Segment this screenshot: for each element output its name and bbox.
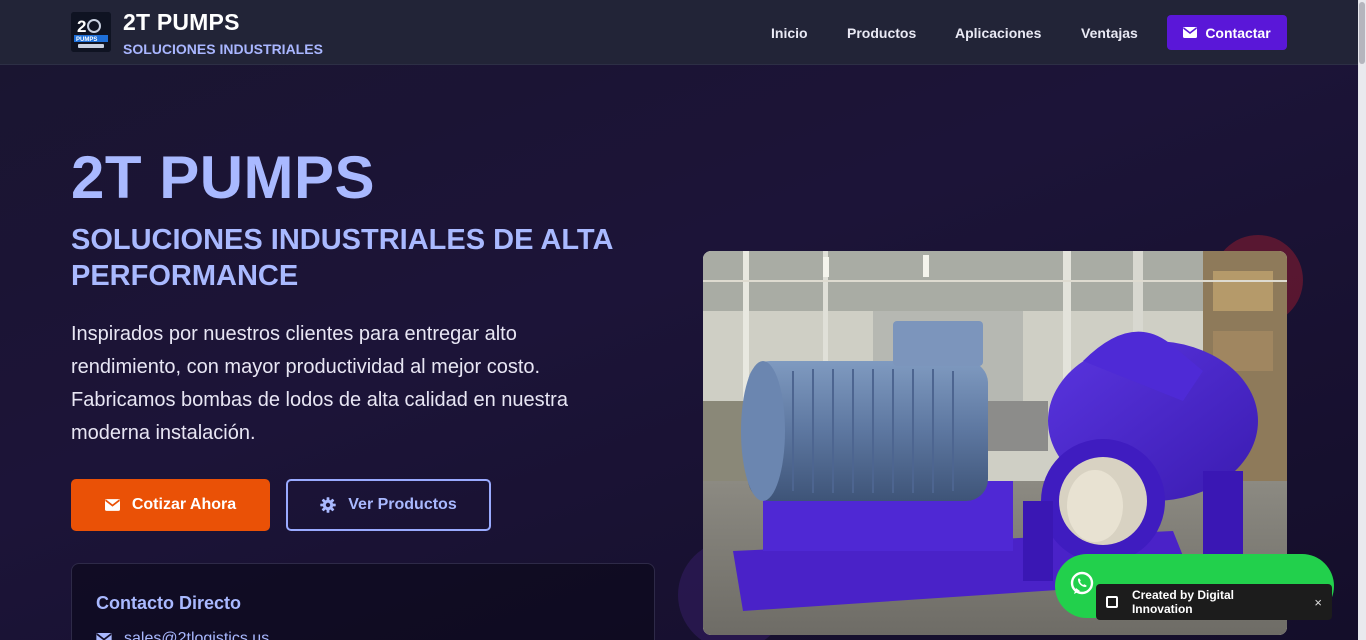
hero-subtitle: SOLUCIONES INDUSTRIALES DE ALTA PERFORMA…: [71, 224, 613, 292]
credit-logo-icon: [1106, 596, 1118, 608]
direct-contact-card: Contacto Directo sales@2tlogistics.us: [71, 563, 655, 640]
nav-productos[interactable]: Productos: [847, 25, 916, 41]
contact-button[interactable]: Contactar: [1167, 15, 1287, 50]
contact-email[interactable]: sales@2tlogistics.us: [124, 630, 269, 640]
credit-text: Created by Digital Innovation: [1131, 588, 1234, 616]
envelope-icon: [96, 633, 112, 640]
scrollbar-thumb[interactable]: [1359, 2, 1365, 64]
credit-badge[interactable]: Created by Digital Innovation ×: [1096, 584, 1332, 620]
view-products-button[interactable]: Ver Productos: [286, 479, 491, 531]
envelope-icon: [104, 499, 120, 511]
contact-card-title: Contacto Directo: [96, 593, 242, 613]
view-products-label: Ver Productos: [348, 496, 457, 513]
nav-aplicaciones[interactable]: Aplicaciones: [955, 25, 1041, 41]
gear-icon: [320, 497, 336, 513]
hero-description: Inspirados por nuestros clientes para en…: [71, 323, 568, 444]
main-nav: Inicio Productos Aplicaciones Ventajas C…: [0, 15, 1358, 51]
contact-button-label: Contactar: [1205, 24, 1271, 41]
whatsapp-icon: [1070, 571, 1094, 595]
envelope-icon: [1183, 27, 1198, 38]
hero-title: 2T PUMPS: [71, 144, 376, 211]
quote-now-label: Cotizar Ahora: [131, 496, 237, 513]
nav-inicio[interactable]: Inicio: [771, 25, 808, 41]
page-scrollbar[interactable]: [1358, 0, 1366, 640]
close-icon[interactable]: ×: [1314, 595, 1322, 610]
contact-email-row[interactable]: sales@2tlogistics.us: [96, 630, 269, 640]
site-header: 2 PUMPS 2T PUMPS SOLUCIONES INDUSTRIALES…: [0, 0, 1358, 65]
quote-now-button[interactable]: Cotizar Ahora: [71, 479, 270, 531]
nav-ventajas[interactable]: Ventajas: [1081, 25, 1138, 41]
